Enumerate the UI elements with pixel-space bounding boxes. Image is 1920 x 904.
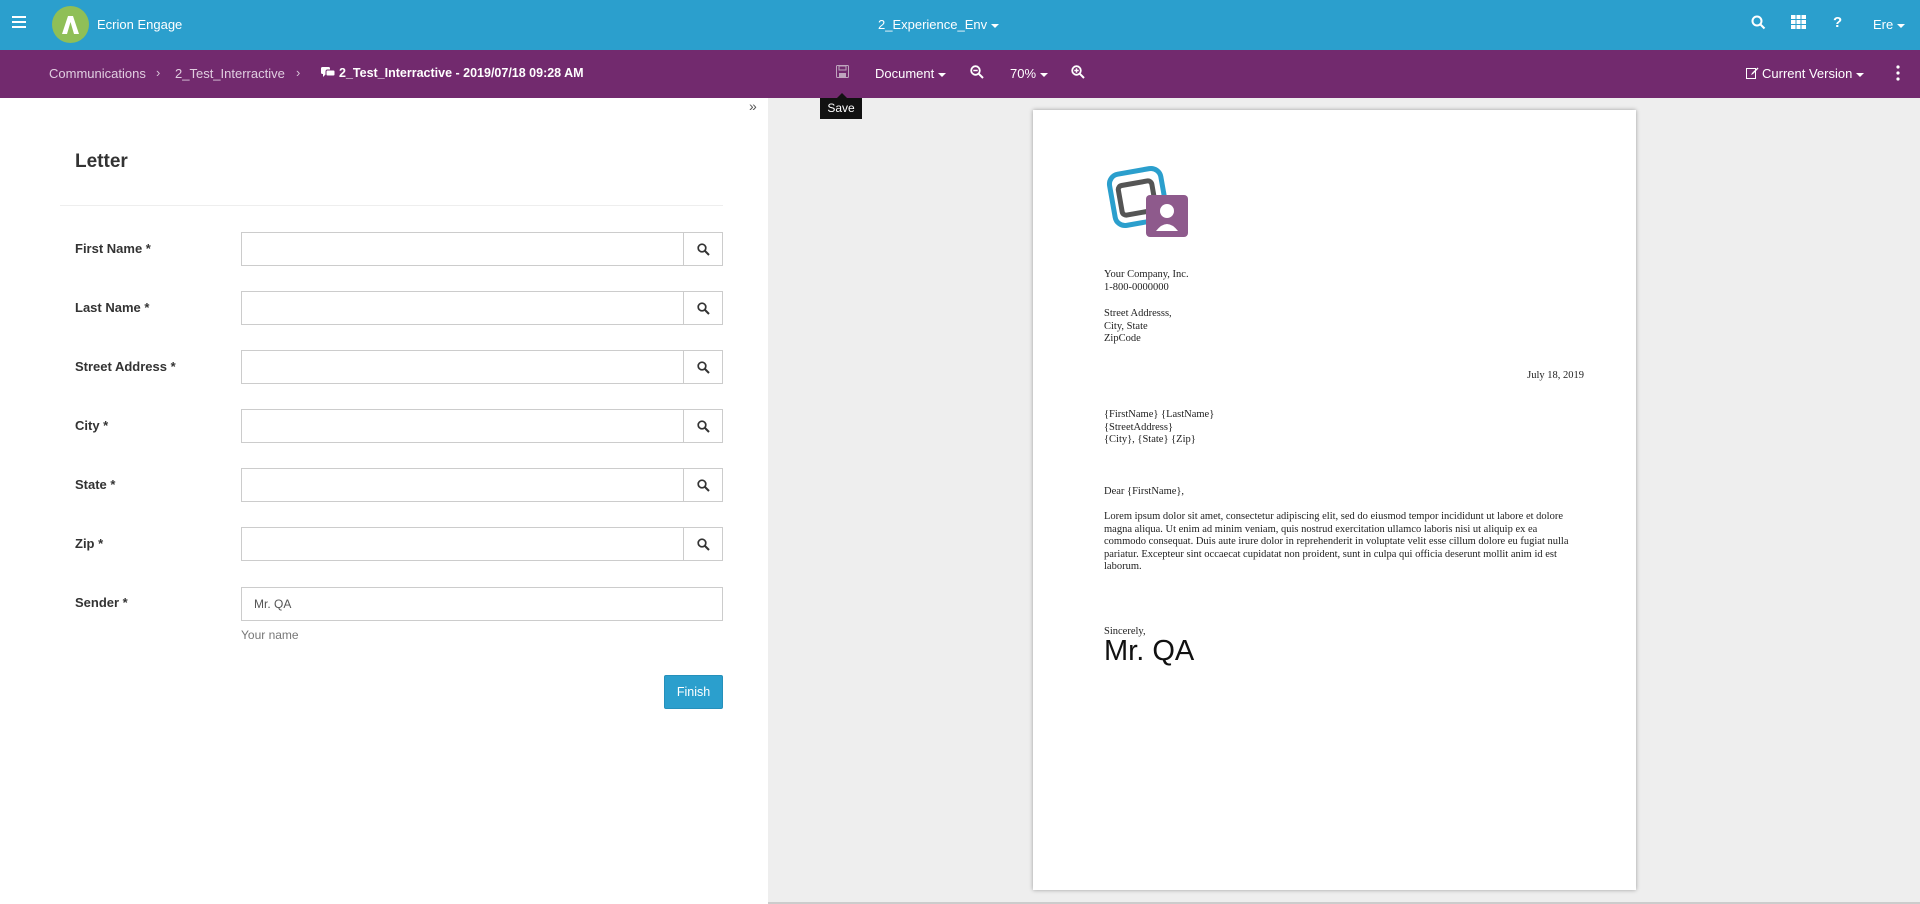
letter-signature: Mr. QA — [1104, 635, 1195, 667]
last-name-label: Last Name * — [75, 300, 150, 315]
comments-icon — [321, 67, 335, 77]
state-lookup-button[interactable] — [683, 468, 723, 502]
state-label: State * — [75, 477, 116, 492]
sender-label: Sender * — [75, 595, 128, 610]
breadcrumb-test-interactive[interactable]: 2_Test_Interractive — [175, 66, 285, 81]
document-dropdown[interactable]: Document — [875, 66, 947, 81]
recipient-name: {FirstName} {LastName} — [1104, 409, 1215, 420]
chevron-down-icon — [1897, 23, 1906, 28]
search-icon — [697, 479, 710, 492]
user-name: Ere — [1873, 17, 1894, 32]
more-options-icon[interactable] — [1896, 65, 1900, 84]
zip-lookup-button[interactable] — [683, 527, 723, 561]
breadcrumb-communications[interactable]: Communications — [49, 66, 146, 81]
last-name-input[interactable] — [241, 291, 684, 325]
form-panel: » Letter First Name * Last Name * Street… — [0, 98, 768, 904]
first-name-lookup-button[interactable] — [683, 232, 723, 266]
environment-label: 2_Experience_Env — [878, 17, 988, 32]
zoom-dropdown[interactable]: 70% — [1010, 66, 1049, 81]
letter-date: July 18, 2019 — [1527, 370, 1584, 381]
search-icon[interactable] — [1751, 15, 1766, 35]
sender-help-text: Your name — [241, 628, 299, 642]
save-tooltip: Save — [820, 93, 862, 119]
city-label: City * — [75, 418, 109, 433]
sender-input[interactable] — [241, 587, 723, 621]
finish-button[interactable]: Finish — [664, 675, 723, 709]
app-title: Ecrion Engage — [97, 17, 183, 32]
search-icon — [697, 243, 710, 256]
search-icon — [697, 538, 710, 551]
city-input[interactable] — [241, 409, 684, 443]
document-label: Document — [875, 66, 935, 81]
user-menu[interactable]: Ere — [1873, 17, 1906, 32]
search-icon — [697, 302, 710, 315]
chevron-down-icon — [1856, 72, 1865, 77]
breadcrumb-current-label: 2_Test_Interractive - 2019/07/18 09:28 A… — [339, 66, 584, 80]
street-address-input[interactable] — [241, 350, 684, 384]
company-logo — [1106, 165, 1188, 237]
street-address-label: Street Address * — [75, 359, 176, 374]
zip-input[interactable] — [241, 527, 684, 561]
letter-company: Your Company, Inc. — [1104, 269, 1189, 280]
document-toolbar: Communications › 2_Test_Interractive › 2… — [0, 50, 1920, 98]
zip-label: Zip * — [75, 536, 104, 551]
first-name-input[interactable] — [241, 232, 684, 266]
last-name-lookup-button[interactable] — [683, 291, 723, 325]
search-icon — [697, 420, 710, 433]
state-input[interactable] — [241, 468, 684, 502]
recipient-city: {City}, {State} {Zip} — [1104, 434, 1196, 445]
chevron-down-icon — [938, 72, 947, 77]
chevron-down-icon — [1040, 72, 1049, 77]
search-icon — [697, 361, 710, 374]
edit-icon — [1746, 67, 1759, 79]
zoom-level: 70% — [1010, 66, 1037, 81]
street-address-lookup-button[interactable] — [683, 350, 723, 384]
zoom-in-icon[interactable] — [1071, 65, 1085, 82]
help-icon[interactable]: ? — [1833, 14, 1842, 31]
chevron-down-icon — [991, 23, 1000, 28]
letter-zip: ZipCode — [1104, 333, 1141, 344]
version-dropdown[interactable]: Current Version — [1746, 66, 1865, 81]
letter-page: Your Company, Inc. 1-800-0000000 Street … — [1033, 110, 1636, 890]
letter-salutation: Dear {FirstName}, — [1104, 486, 1185, 497]
first-name-label: First Name * — [75, 241, 151, 256]
recipient-street: {StreetAddress} — [1104, 421, 1173, 433]
breadcrumb-current: 2_Test_Interractive - 2019/07/18 09:28 A… — [321, 66, 584, 80]
app-logo[interactable] — [52, 6, 89, 43]
grid-icon[interactable] — [1791, 15, 1806, 34]
breadcrumb-separator: › — [296, 65, 301, 80]
environment-dropdown[interactable]: 2_Experience_Env — [878, 17, 1000, 32]
divider — [60, 205, 723, 206]
letter-city-state: City, State — [1104, 320, 1148, 332]
collapse-panel-icon[interactable]: » — [749, 98, 757, 114]
letter-phone: 1-800-0000000 — [1104, 281, 1169, 293]
version-label: Current Version — [1762, 66, 1853, 81]
menu-icon[interactable] — [12, 16, 26, 28]
zoom-out-icon[interactable] — [970, 65, 984, 82]
form-title: Letter — [75, 151, 128, 172]
breadcrumb-separator: › — [156, 65, 161, 80]
save-icon[interactable] — [836, 65, 849, 81]
letter-street: Street Addresss, — [1104, 308, 1172, 319]
top-navbar: Ecrion Engage 2_Experience_Env ? Ere — [0, 0, 1920, 50]
city-lookup-button[interactable] — [683, 409, 723, 443]
letter-body: Lorem ipsum dolor sit amet, consectetur … — [1104, 511, 1569, 572]
